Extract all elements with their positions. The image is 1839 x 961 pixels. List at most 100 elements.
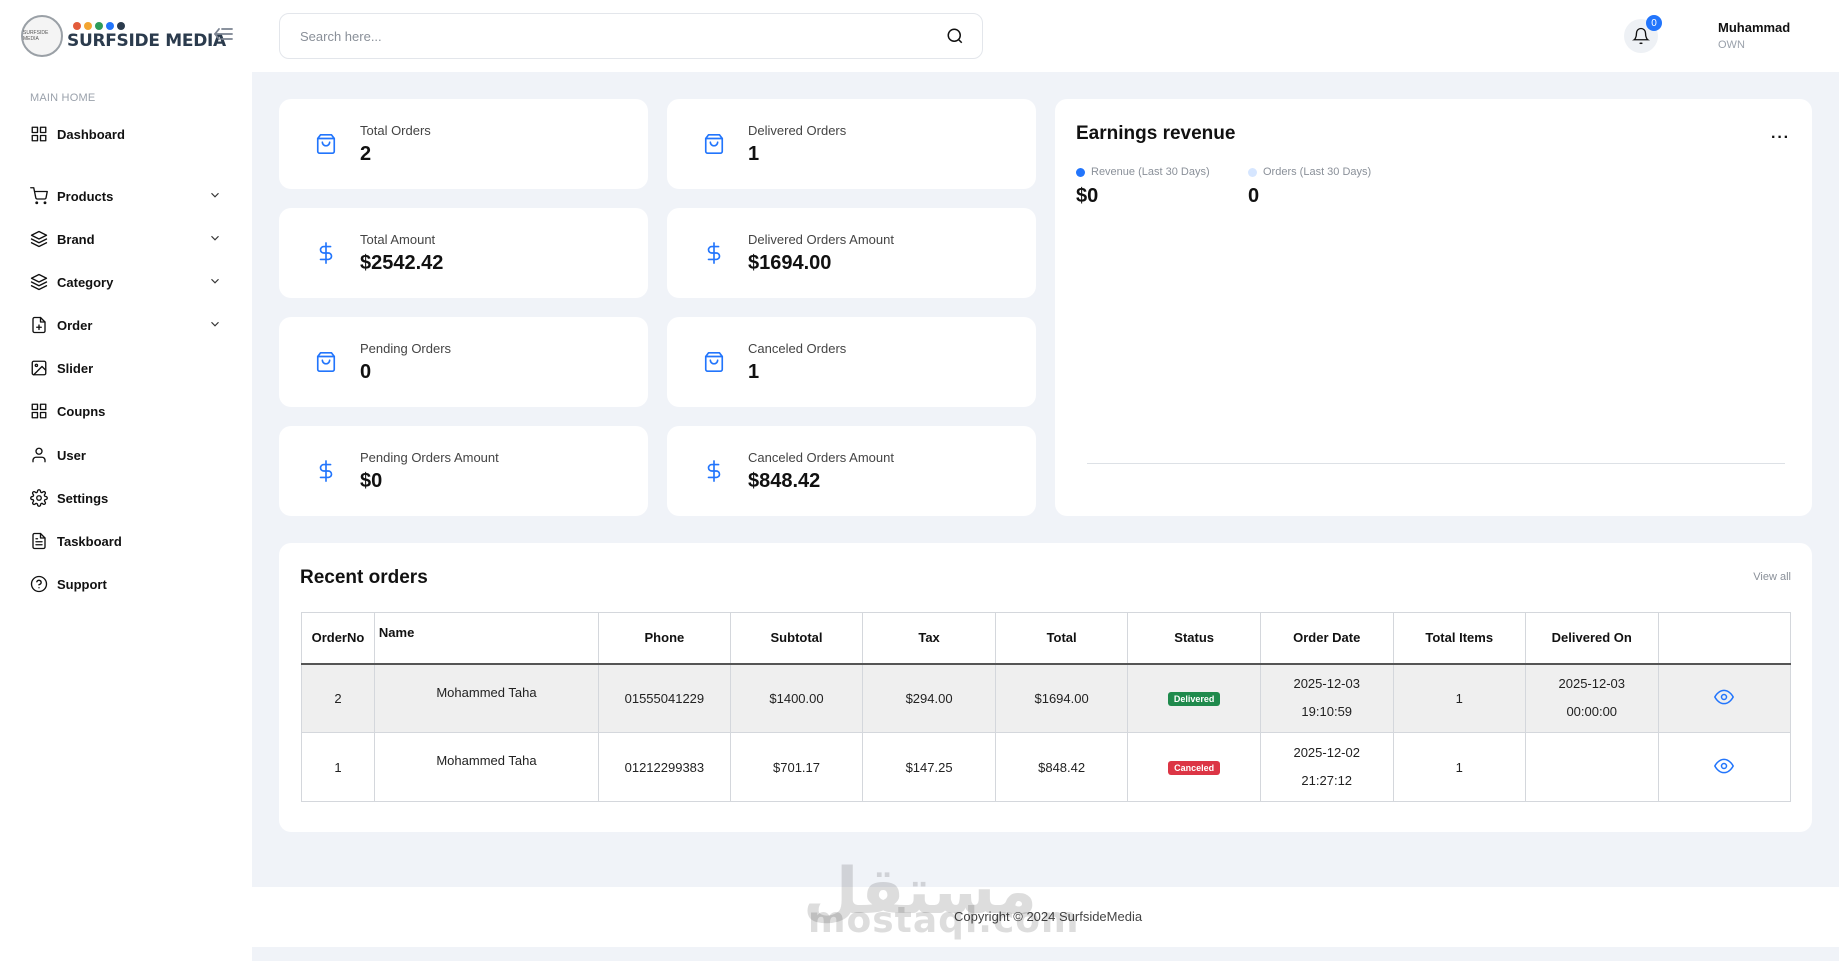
sidebar-item-user[interactable]: User bbox=[30, 443, 222, 467]
order-time: 21:27:12 bbox=[1301, 773, 1353, 788]
sidebar-item-label: Brand bbox=[57, 231, 95, 247]
cell-subtotal: $1400.00 bbox=[729, 663, 864, 733]
cell-total: $848.42 bbox=[994, 732, 1129, 802]
collapse-sidebar-icon[interactable] bbox=[212, 25, 234, 43]
shopping-bag-icon bbox=[704, 134, 724, 154]
cell-tax: $147.25 bbox=[862, 732, 996, 802]
topbar: 0 Muhammad OWN bbox=[252, 0, 1839, 72]
dollar-icon bbox=[707, 460, 721, 482]
sidebar-section-label: MAIN HOME bbox=[30, 92, 96, 104]
view-all-link[interactable]: View all bbox=[1753, 571, 1791, 583]
stat-title: Delivered Orders Amount bbox=[748, 232, 894, 247]
sidebar: SURFSIDE MEDIA SURFSIDE MEDIA MAIN HOME … bbox=[0, 0, 252, 961]
sidebar-item-support[interactable]: Support bbox=[30, 572, 222, 596]
stat-value: 2 bbox=[360, 143, 372, 165]
orders-table: OrderNo Name Phone Subtotal Tax Total St… bbox=[301, 612, 1792, 802]
grid-icon bbox=[31, 126, 47, 142]
logo-text-block: SURFSIDE MEDIA bbox=[67, 21, 226, 51]
legend-revenue: Revenue (Last 30 Days) bbox=[1076, 166, 1210, 178]
recent-orders-title: Recent orders bbox=[300, 567, 428, 588]
cell-orderno: 2 bbox=[301, 663, 375, 733]
sidebar-item-slider[interactable]: Slider bbox=[30, 356, 222, 380]
stat-value: 0 bbox=[360, 361, 372, 383]
chevron-down-icon[interactable] bbox=[208, 317, 222, 331]
stat-card-canceled-orders-amount: Canceled Orders Amount $848.42 bbox=[667, 426, 1036, 516]
stat-title: Canceled Orders Amount bbox=[748, 450, 894, 465]
logo-badge: SURFSIDE MEDIA bbox=[21, 15, 63, 57]
chevron-down-icon[interactable] bbox=[208, 231, 222, 245]
sidebar-item-brand[interactable]: Brand bbox=[30, 227, 222, 251]
sidebar-item-products[interactable]: Products bbox=[30, 184, 222, 208]
cell-status: Delivered bbox=[1127, 663, 1261, 733]
brand-name: SURFSIDE MEDIA bbox=[67, 30, 226, 51]
stat-card-delivered-orders-amount: Delivered Orders Amount $1694.00 bbox=[667, 208, 1036, 298]
more-options-button[interactable]: ··· bbox=[1771, 129, 1790, 147]
brand-logo[interactable]: SURFSIDE MEDIA SURFSIDE MEDIA bbox=[0, 0, 252, 72]
dollar-icon bbox=[707, 242, 721, 264]
cell-actions bbox=[1657, 732, 1792, 802]
shopping-bag-icon bbox=[316, 134, 336, 154]
logo-dot bbox=[117, 21, 125, 30]
col-total: Total bbox=[994, 612, 1129, 665]
logo-dots bbox=[73, 21, 226, 30]
sidebar-item-order[interactable]: Order bbox=[30, 313, 222, 337]
sidebar-item-coupns[interactable]: Coupns bbox=[30, 399, 222, 423]
dollar-icon bbox=[319, 460, 333, 482]
layers-icon bbox=[30, 230, 48, 248]
stat-value: $848.42 bbox=[748, 470, 821, 492]
legend-dot-orders bbox=[1248, 167, 1257, 177]
cell-tax: $294.00 bbox=[862, 663, 996, 733]
cell-actions bbox=[1657, 663, 1792, 733]
image-icon bbox=[31, 360, 47, 376]
earnings-title: Earnings revenue bbox=[1076, 123, 1236, 144]
cell-phone: 01555041229 bbox=[598, 663, 731, 733]
cell-delivered-on: 2025-12-03 00:00:00 bbox=[1524, 663, 1659, 733]
cell-order-date: 2025-12-02 21:27:12 bbox=[1259, 732, 1394, 802]
sidebar-item-label: User bbox=[57, 447, 86, 463]
eye-icon[interactable] bbox=[1714, 756, 1735, 776]
search-icon[interactable] bbox=[946, 27, 964, 45]
stat-value: 1 bbox=[748, 143, 760, 165]
stat-card-delivered-orders: Delivered Orders 1 bbox=[667, 99, 1036, 189]
chevron-down-icon[interactable] bbox=[208, 188, 222, 202]
table-header-row: OrderNo Name Phone Subtotal Tax Total St… bbox=[301, 612, 1792, 665]
chart-baseline bbox=[1087, 463, 1785, 464]
legend-label: Revenue (Last 30 Days) bbox=[1091, 166, 1210, 178]
sidebar-item-label: Dashboard bbox=[57, 126, 125, 142]
user-name[interactable]: Muhammad bbox=[1718, 20, 1790, 35]
order-date: 2025-12-03 bbox=[1293, 676, 1360, 692]
stat-title: Total Amount bbox=[360, 232, 436, 247]
sidebar-item-settings[interactable]: Settings bbox=[30, 486, 222, 510]
sidebar-item-dashboard[interactable]: Dashboard bbox=[30, 122, 222, 146]
stat-title: Delivered Orders bbox=[748, 123, 847, 138]
watermark-latin: mostaql.com bbox=[808, 900, 1080, 941]
eye-icon[interactable] bbox=[1714, 687, 1735, 707]
notification-count-badge: 0 bbox=[1646, 15, 1662, 31]
sidebar-item-label: Taskboard bbox=[57, 533, 122, 549]
sidebar-item-category[interactable]: Category bbox=[30, 270, 222, 294]
file-text-icon bbox=[32, 532, 46, 550]
sidebar-item-label: Coupns bbox=[57, 403, 106, 419]
legend-value-revenue: $0 bbox=[1076, 185, 1099, 207]
sidebar-item-taskboard[interactable]: Taskboard bbox=[30, 529, 222, 553]
stat-value: $1694.00 bbox=[748, 252, 832, 274]
logo-dot bbox=[73, 21, 81, 30]
cell-delivered-on bbox=[1524, 732, 1659, 802]
cell-subtotal: $701.17 bbox=[729, 732, 864, 802]
logo-dot bbox=[84, 21, 92, 30]
stat-card-pending-orders-amount: Pending Orders Amount $0 bbox=[279, 426, 648, 516]
delivered-time: 00:00:00 bbox=[1566, 704, 1618, 720]
stat-title: Canceled Orders bbox=[748, 341, 847, 356]
col-phone: Phone bbox=[598, 612, 731, 665]
stat-card-pending-orders: Pending Orders 0 bbox=[279, 317, 648, 407]
stat-title: Total Orders bbox=[360, 123, 431, 138]
stat-title: Pending Orders Amount bbox=[360, 450, 499, 465]
legend-orders: Orders (Last 30 Days) bbox=[1248, 166, 1371, 178]
cell-name: Mohammed Taha bbox=[373, 663, 600, 733]
legend-label: Orders (Last 30 Days) bbox=[1263, 166, 1372, 178]
cell-orderno: 1 bbox=[301, 732, 375, 802]
search-input[interactable] bbox=[280, 14, 920, 58]
sidebar-item-label: Order bbox=[57, 317, 93, 333]
stat-card-total-orders: Total Orders 2 bbox=[279, 99, 648, 189]
chevron-down-icon[interactable] bbox=[208, 274, 222, 288]
